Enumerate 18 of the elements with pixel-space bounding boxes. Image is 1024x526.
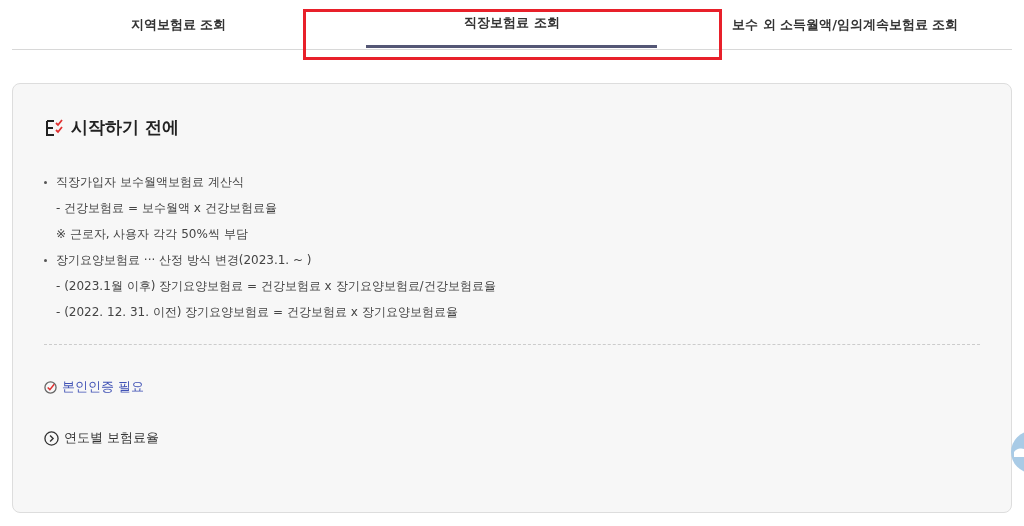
rates-link[interactable]: 연도별 보험료율: [64, 429, 160, 447]
checklist-icon: [45, 117, 65, 138]
tab[interactable]: 보수 외 소득월액/임의계속보험료 조회: [678, 0, 1012, 49]
notice-text: - (2023.1월 이후) 장기요양보험료 = 건강보험료 x 장기요양보험료/건강보험료율: [56, 277, 496, 295]
notice-text: 장기요양보험료 ··· 산정 방식 변경(2023.1. ~ ): [56, 251, 312, 269]
notice-text: ※ 근로자, 사용자 각각 50%씩 부담: [56, 225, 248, 243]
notice-text: - (2022. 12. 31. 이전) 장기요양보험료 = 건강보험료 x 장기요양보험료율: [56, 303, 458, 321]
notice-text: - 건강보험료 = 보수월액 x 건강보험료율: [56, 199, 277, 217]
tab[interactable]: 직장보험료 조회: [366, 0, 658, 48]
chevron-circle-icon: [44, 430, 59, 446]
notice-text: 직장가입자 보수월액보험료 계산식: [56, 173, 244, 191]
check-circle-icon: [44, 380, 57, 394]
bullet-icon: [44, 180, 47, 184]
section-title: 시작하기 전에: [71, 116, 179, 139]
bullet-icon: [44, 258, 47, 262]
auth-link[interactable]: 본인인증 필요: [62, 378, 145, 396]
tab[interactable]: 지역보험료 조회: [12, 0, 346, 49]
floating-button[interactable]: [1010, 430, 1024, 474]
